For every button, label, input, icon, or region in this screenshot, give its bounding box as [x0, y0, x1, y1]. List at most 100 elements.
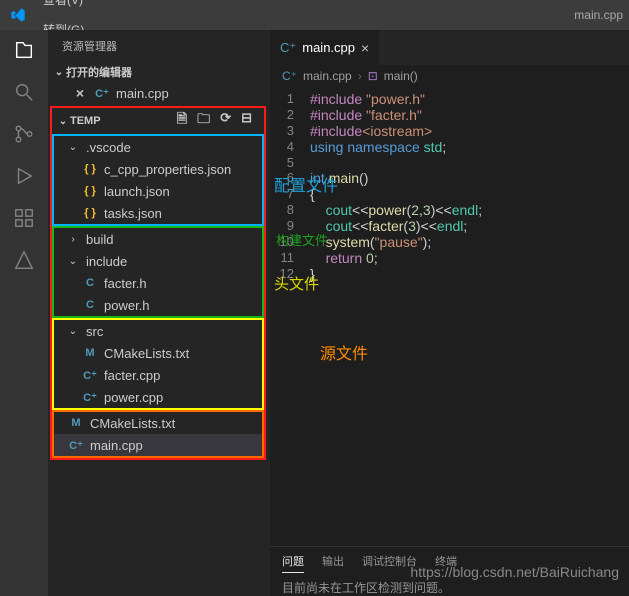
- file-item[interactable]: C⁺ power.cpp: [54, 386, 262, 408]
- file-item[interactable]: Cpower.h: [54, 294, 262, 316]
- activity-bar: [0, 30, 48, 596]
- code-line: 4using namespace std;: [270, 139, 629, 155]
- menubar: 文件(F)编辑(E)选择(S)查看(V)转到(G)运行(R)终端(T)帮助(H)…: [0, 0, 629, 30]
- new-folder-icon[interactable]: 🗀: [197, 110, 210, 132]
- file-item[interactable]: { }launch.json: [54, 180, 262, 202]
- cpp-file-icon: C⁺: [68, 437, 84, 453]
- line-content: using namespace std;: [310, 139, 629, 155]
- search-icon[interactable]: [12, 80, 36, 104]
- annotation-source: 源文件: [320, 340, 368, 364]
- line-content: cout<<facter(3)<<endl;: [310, 218, 629, 234]
- code-line: 6int main(): [270, 170, 629, 186]
- chevron-right-icon: ›: [358, 69, 362, 83]
- chevron-down-icon: ⌄: [66, 142, 80, 153]
- file-item[interactable]: { }c_cpp_properties.json: [54, 158, 262, 180]
- file-item[interactable]: MCMakeLists.txt: [54, 412, 262, 434]
- close-icon[interactable]: ×: [72, 85, 88, 101]
- code-line: 11 return 0;: [270, 250, 629, 266]
- code-line: 7{: [270, 186, 629, 202]
- folder-label: .vscode: [86, 140, 131, 155]
- code-line: 2#include "facter.h": [270, 107, 629, 123]
- line-content: #include "facter.h": [310, 107, 629, 123]
- workspace-header[interactable]: ⌄ TEMP 🗎 🗀 ⟳ ⊟: [52, 108, 264, 134]
- line-number: 8: [270, 202, 310, 218]
- line-content: {: [310, 186, 629, 202]
- panel-message: 目前尚未在工作区检测到问题。: [270, 579, 629, 596]
- line-number: 4: [270, 139, 310, 155]
- code-line: 3#include<iostream>: [270, 123, 629, 139]
- workspace-name: TEMP: [70, 115, 101, 127]
- line-content: int main(): [310, 170, 629, 186]
- new-file-icon[interactable]: 🗎: [177, 110, 187, 132]
- folder-build[interactable]: › build: [54, 228, 262, 250]
- line-number: 10: [270, 234, 310, 250]
- editor-area: C⁺ main.cpp × C⁺ main.cpp › ⊡ main() 1#i…: [270, 30, 629, 596]
- window-title: main.cpp: [574, 8, 629, 22]
- code-line: 5: [270, 155, 629, 170]
- breadcrumb[interactable]: C⁺ main.cpp › ⊡ main(): [270, 65, 629, 87]
- file-label: facter.h: [104, 276, 147, 291]
- explorer-icon[interactable]: [12, 38, 36, 62]
- file-label: facter.cpp: [104, 368, 160, 383]
- cpp-file-icon: C⁺: [82, 389, 98, 405]
- file-label: power.cpp: [104, 390, 163, 405]
- cpp-file-icon: C⁺: [282, 69, 297, 83]
- line-content: }: [310, 266, 629, 282]
- file-label: CMakeLists.txt: [104, 346, 189, 361]
- chevron-down-icon: ⌄: [56, 116, 70, 127]
- line-number: 7: [270, 186, 310, 202]
- line-content: system("pause");: [310, 234, 629, 250]
- json-file-icon: { }: [82, 161, 98, 177]
- line-content: [310, 155, 629, 170]
- folder-label: include: [86, 254, 127, 269]
- chevron-right-icon: ›: [66, 234, 80, 245]
- extensions-icon[interactable]: [12, 206, 36, 230]
- c-file-icon: C: [82, 275, 98, 291]
- panel-tab[interactable]: 问题: [282, 553, 304, 573]
- code-editor[interactable]: 1#include "power.h"2#include "facter.h"3…: [270, 87, 629, 286]
- file-label: tasks.json: [104, 206, 162, 221]
- folder-include[interactable]: ⌄ include: [54, 250, 262, 272]
- line-number: 6: [270, 170, 310, 186]
- file-item[interactable]: C⁺facter.cpp: [54, 364, 262, 386]
- file-item[interactable]: Cfacter.h: [54, 272, 262, 294]
- folder-src[interactable]: ⌄ src: [54, 320, 262, 342]
- run-debug-icon[interactable]: [12, 164, 36, 188]
- code-line: 10 system("pause");: [270, 234, 629, 250]
- menu-item[interactable]: 查看(V): [35, 0, 92, 15]
- line-number: 1: [270, 91, 310, 107]
- folder-label: src: [86, 324, 103, 339]
- cmake-icon[interactable]: [12, 248, 36, 272]
- file-item[interactable]: C⁺ main.cpp: [54, 434, 262, 456]
- code-line: 8 cout<<power(2,3)<<endl;: [270, 202, 629, 218]
- close-icon[interactable]: ×: [361, 40, 369, 56]
- folder-label: build: [86, 232, 113, 247]
- file-label: main.cpp: [116, 86, 169, 101]
- line-content: cout<<power(2,3)<<endl;: [310, 202, 629, 218]
- file-item[interactable]: M CMakeLists.txt: [54, 342, 262, 364]
- folder-vscode[interactable]: ⌄ .vscode: [54, 136, 262, 158]
- breadcrumb-file: main.cpp: [303, 69, 352, 83]
- open-editor-item[interactable]: × C⁺ main.cpp: [48, 82, 270, 104]
- editor-tabs: C⁺ main.cpp ×: [270, 30, 629, 65]
- refresh-icon[interactable]: ⟳: [220, 110, 231, 132]
- chevron-down-icon: ⌄: [52, 67, 66, 78]
- file-label: main.cpp: [90, 438, 143, 453]
- file-label: power.h: [104, 298, 150, 313]
- m-file-icon: M: [82, 345, 98, 361]
- panel-tab[interactable]: 输出: [322, 553, 344, 573]
- line-content: #include "power.h": [310, 91, 629, 107]
- chevron-down-icon: ⌄: [66, 256, 80, 267]
- json-file-icon: { }: [82, 183, 98, 199]
- open-editors-label: 打开的编辑器: [66, 64, 132, 80]
- open-editors-header[interactable]: ⌄ 打开的编辑器: [48, 62, 270, 82]
- tab-main-cpp[interactable]: C⁺ main.cpp ×: [270, 30, 380, 65]
- source-control-icon[interactable]: [12, 122, 36, 146]
- panel-tab[interactable]: 调试控制台: [362, 553, 417, 573]
- line-number: 3: [270, 123, 310, 139]
- file-item[interactable]: { }tasks.json: [54, 202, 262, 224]
- collapse-all-icon[interactable]: ⊟: [241, 110, 252, 132]
- chevron-down-icon: ⌄: [66, 326, 80, 337]
- code-line: 1#include "power.h": [270, 91, 629, 107]
- line-number: 2: [270, 107, 310, 123]
